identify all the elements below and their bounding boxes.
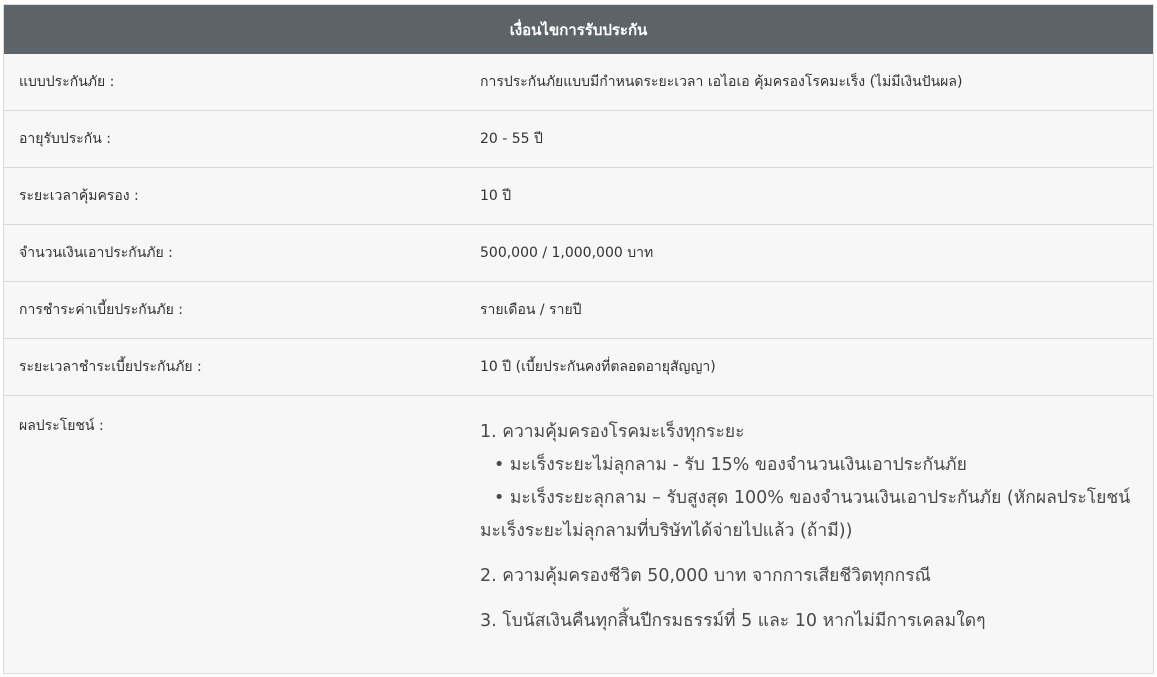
row-label-benefits: ผลประโยชน์ :	[19, 418, 104, 434]
row-label-coverage-period: ระยะเวลาคุ้มครอง :	[19, 188, 139, 204]
benefit-item-2: 2. ความคุ้มครองชีวิต 50,000 บาท จากการเส…	[480, 566, 931, 586]
benefit-subitem-non-invasive: • มะเร็งระยะไม่ลุกลาม - รับ 15% ของจำนวน…	[494, 455, 967, 475]
table-header: เงื่อนไขการรับประกัน	[4, 5, 1153, 54]
benefit-item-3: 3. โบนัสเงินคืนทุกสิ้นปีกรมธรรม์ที่ 5 แล…	[480, 611, 986, 631]
table-row: การชำระค่าเบี้ยประกันภัย : รายเดือน / รา…	[4, 282, 1153, 339]
row-label-payment-period: ระยะเวลาชำระเบี้ยประกันภัย :	[19, 359, 202, 375]
row-value-payment-mode: รายเดือน / รายปี	[480, 302, 582, 318]
benefit-subitem-invasive: • มะเร็งระยะลุกลาม – รับสูงสุด 100% ของจ…	[494, 488, 1131, 508]
table-row: ระยะเวลาชำระเบี้ยประกันภัย : 10 ปี (เบี้…	[4, 339, 1153, 396]
coverage-conditions-table: เงื่อนไขการรับประกัน แบบประกันภัย : การป…	[3, 4, 1154, 674]
benefit-item-1: 1. ความคุ้มครองโรคมะเร็งทุกระยะ	[480, 422, 745, 442]
row-label-payment-mode: การชำระค่าเบี้ยประกันภัย :	[19, 302, 183, 318]
table-row: แบบประกันภัย : การประกันภัยแบบมีกำหนดระย…	[4, 54, 1153, 111]
row-label-age: อายุรับประกัน :	[19, 131, 112, 147]
row-value-plan: การประกันภัยแบบมีกำหนดระยะเวลา เอไอเอ คุ…	[480, 74, 963, 90]
row-value-payment-period: 10 ปี (เบี้ยประกันคงที่ตลอดอายุสัญญา)	[480, 359, 716, 375]
row-label-plan: แบบประกันภัย :	[19, 74, 115, 90]
row-value-sum-insured: 500,000 / 1,000,000 บาท	[480, 245, 654, 261]
table-row: จำนวนเงินเอาประกันภัย : 500,000 / 1,000,…	[4, 225, 1153, 282]
table-row: อายุรับประกัน : 20 - 55 ปี	[4, 111, 1153, 168]
row-value-coverage-period: 10 ปี	[480, 188, 512, 204]
benefits-list: 1. ความคุ้มครองโรคมะเร็งทุกระยะ • มะเร็ง…	[480, 396, 1153, 638]
benefit-subitem-invasive-cont: มะเร็งระยะไม่ลุกลามที่บริษัทได้จ่ายไปแล้…	[480, 521, 853, 541]
row-value-age: 20 - 55 ปี	[480, 131, 543, 147]
table-title: เงื่อนไขการรับประกัน	[509, 20, 648, 39]
table-row: ระยะเวลาคุ้มครอง : 10 ปี	[4, 168, 1153, 225]
table-row-benefits: ผลประโยชน์ : 1. ความคุ้มครองโรคมะเร็งทุก…	[4, 396, 1153, 638]
row-label-sum-insured: จำนวนเงินเอาประกันภัย :	[19, 245, 173, 261]
